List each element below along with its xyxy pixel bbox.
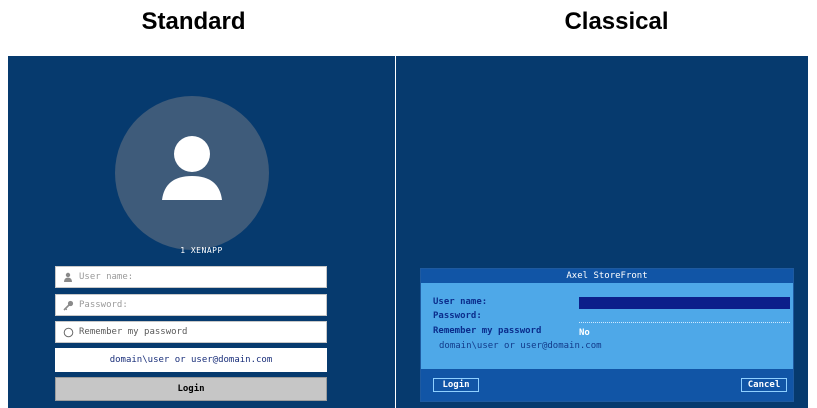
remember-password-label: Remember my password	[433, 326, 542, 336]
storefront-dialog: Axel StoreFront User name: Password: Rem…	[420, 268, 794, 402]
page: Standard 1 XENAPP User name: Password: R…	[0, 0, 817, 408]
dialog-title: Axel StoreFront	[421, 269, 793, 283]
radio-icon[interactable]	[62, 326, 74, 338]
avatar-icon	[162, 136, 222, 200]
standard-panel: 1 XENAPP User name: Password: Remember m…	[8, 56, 395, 408]
classical-panel: Axel StoreFront User name: Password: Rem…	[396, 56, 808, 408]
password-label: Password:	[433, 311, 482, 321]
password-input[interactable]	[579, 313, 790, 323]
login-hint: domain\user or user@domain.com	[55, 348, 327, 372]
dialog-footer: Login Cancel	[421, 369, 793, 401]
user-name-input[interactable]	[579, 297, 790, 309]
classical-heading: Classical	[564, 8, 669, 35]
user-name-placeholder: User name:	[79, 272, 134, 282]
remember-password-value[interactable]: No	[579, 328, 590, 338]
login-button[interactable]: Login	[433, 378, 479, 392]
password-placeholder: Password:	[79, 300, 128, 310]
remember-password-option[interactable]: Remember my password	[55, 321, 327, 343]
user-name-field[interactable]: User name:	[55, 266, 327, 288]
user-name-label: User name:	[433, 297, 488, 307]
key-icon	[62, 299, 74, 311]
password-field[interactable]: Password:	[55, 294, 327, 316]
remember-password-label: Remember my password	[79, 327, 188, 337]
avatar	[115, 96, 269, 250]
user-icon	[62, 271, 74, 283]
login-button[interactable]: Login	[55, 377, 327, 401]
login-hint: domain\user or user@domain.com	[439, 341, 602, 351]
server-name: 1 XENAPP	[180, 246, 223, 255]
standard-heading: Standard	[141, 8, 246, 35]
cancel-button[interactable]: Cancel	[741, 378, 787, 392]
